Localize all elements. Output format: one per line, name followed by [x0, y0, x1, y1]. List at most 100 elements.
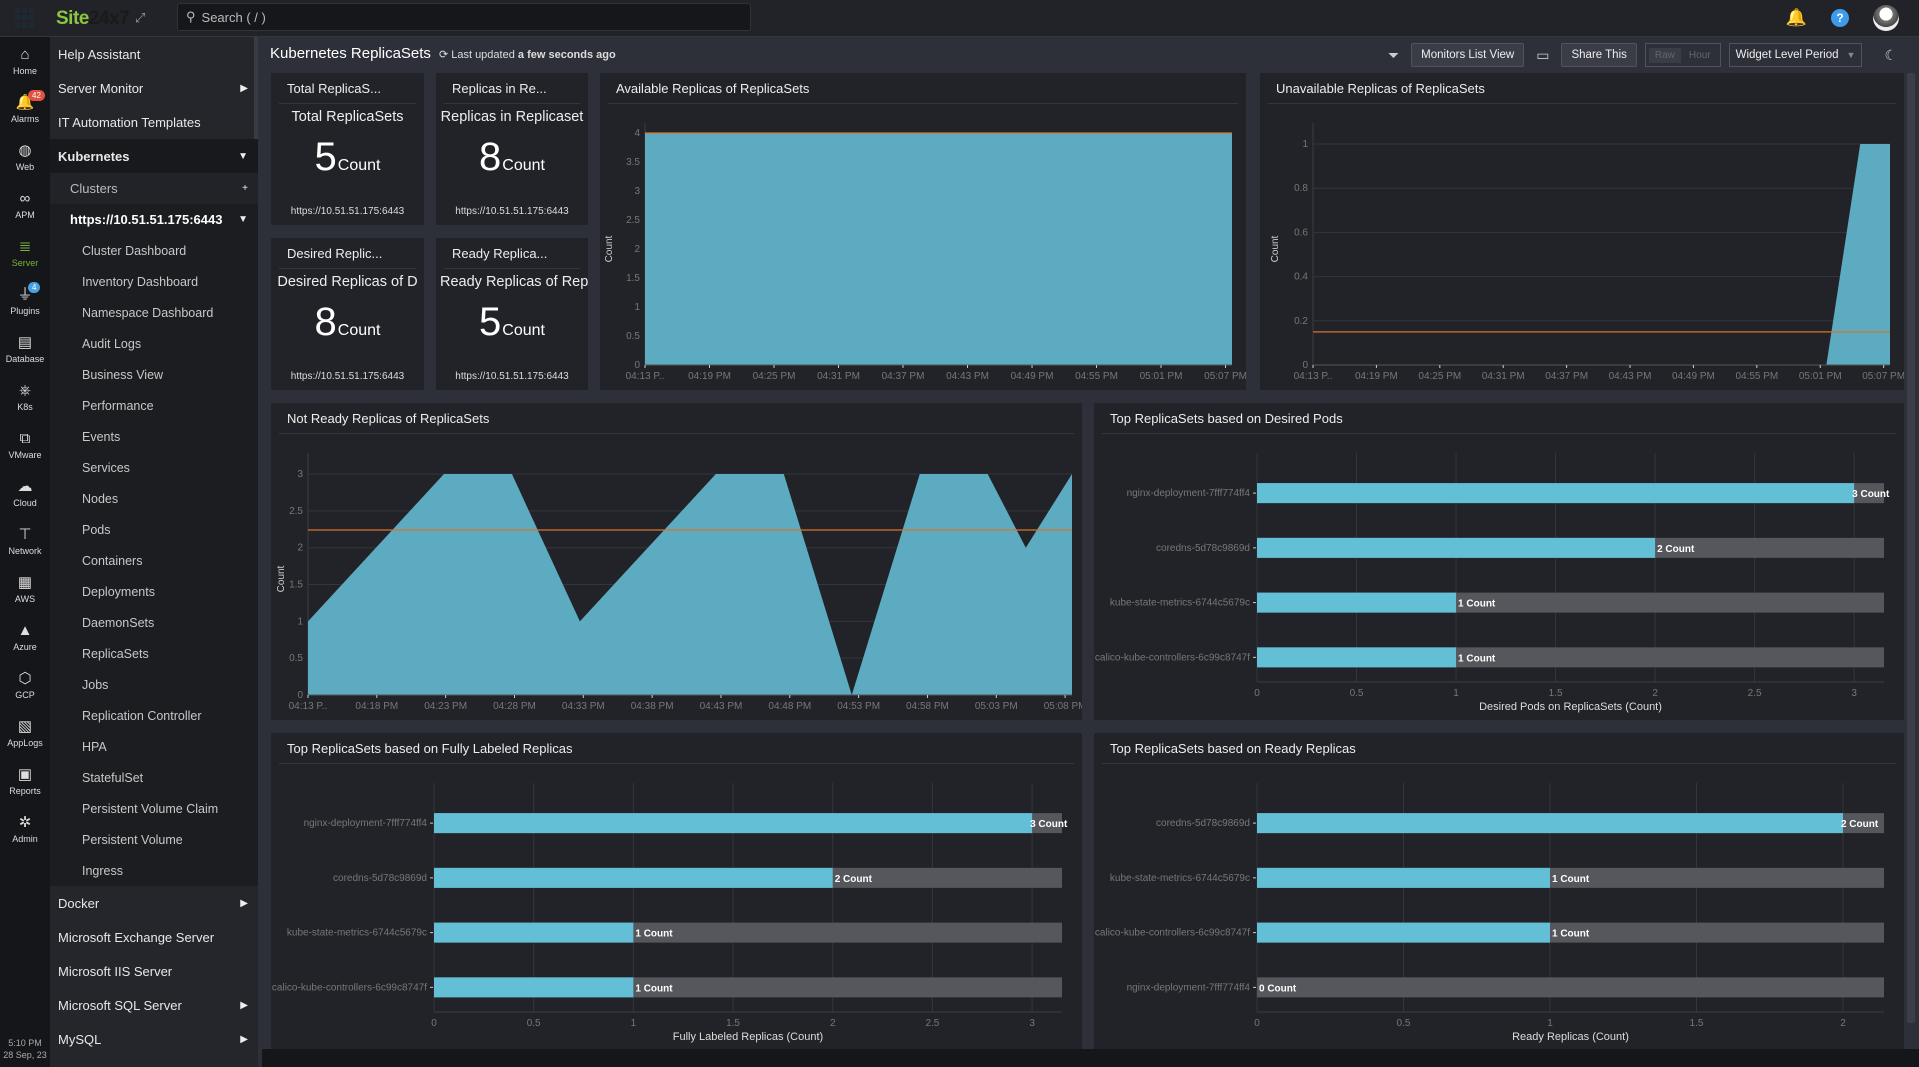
- menu-item-statefulset[interactable]: StatefulSet: [50, 762, 258, 793]
- rail-item-home[interactable]: ⌂ Home: [0, 37, 50, 85]
- menu-item-ingress[interactable]: Ingress: [50, 855, 258, 886]
- data-label: 2 Count: [835, 874, 873, 885]
- menu-item-inventory-dashboard[interactable]: Inventory Dashboard: [50, 266, 258, 297]
- menu-item-server-monitor[interactable]: Server Monitor ▶: [50, 71, 258, 105]
- bar[interactable]: [1257, 647, 1457, 668]
- filter-icon[interactable]: ⏷: [1384, 47, 1403, 64]
- content-scrollbar[interactable]: [1907, 73, 1915, 1023]
- chevron-right-icon[interactable]: ▶: [240, 898, 248, 909]
- site24x7-logo[interactable]: Site24x7: [56, 8, 130, 30]
- menu-item-microsoft-sql-server[interactable]: Microsoft SQL Server ▶: [50, 988, 258, 1022]
- rail-item-k8s[interactable]: ⎈ K8s: [0, 373, 50, 421]
- menu-item-it-automation-templates[interactable]: IT Automation Templates: [50, 105, 258, 139]
- menu-item-jobs[interactable]: Jobs: [50, 669, 258, 700]
- chevron-down-icon[interactable]: ▼: [238, 214, 248, 225]
- menu-item-persistent-volume-claim[interactable]: Persistent Volume Claim: [50, 793, 258, 824]
- server-icon: ≣: [18, 238, 32, 255]
- raw-option[interactable]: Raw: [1648, 47, 1681, 63]
- rail-item-plugins[interactable]: ⏚ Plugins 4: [0, 277, 50, 325]
- rail-item-vmware[interactable]: ⧉ VMware: [0, 421, 50, 469]
- menu-item-clusters[interactable]: Clusters +: [50, 173, 258, 204]
- database-icon: ▤: [17, 334, 33, 351]
- period-select[interactable]: Widget Level Period ▼: [1728, 43, 1863, 67]
- menu-item-replication-controller[interactable]: Replication Controller: [50, 700, 258, 731]
- bar[interactable]: [434, 867, 833, 888]
- rail-item-web[interactable]: ◍ Web: [0, 133, 50, 181]
- menu-item-help-assistant[interactable]: Help Assistant: [50, 37, 258, 71]
- chevron-right-icon[interactable]: ▶: [240, 1034, 248, 1045]
- rail-item-admin[interactable]: ✲ Admin: [0, 805, 50, 853]
- hour-option[interactable]: Hour: [1683, 48, 1717, 63]
- data-label: 1 Count: [1458, 653, 1496, 664]
- area-series[interactable]: [645, 133, 1232, 365]
- menu-item-performance[interactable]: Performance: [50, 390, 258, 421]
- apps-grid-icon[interactable]: [15, 8, 35, 28]
- chevron-right-icon[interactable]: ▶: [240, 83, 248, 94]
- menu-item-microsoft-iis-server[interactable]: Microsoft IIS Server: [50, 954, 258, 988]
- rail-item-aws[interactable]: ▦ AWS: [0, 565, 50, 613]
- notification-bell-icon[interactable]: 🔔: [1786, 8, 1807, 28]
- menu-item-audit-logs[interactable]: Audit Logs: [50, 328, 258, 359]
- menu-item-persistent-volume[interactable]: Persistent Volume: [50, 824, 258, 855]
- fullscreen-icon[interactable]: ⤢: [135, 10, 145, 26]
- chevron-down-icon[interactable]: ▼: [238, 151, 248, 162]
- chevron-right-icon[interactable]: ▶: [240, 1000, 248, 1011]
- menu-item-mysql[interactable]: MySQL ▶: [50, 1022, 258, 1056]
- menu-item-hpa[interactable]: HPA: [50, 731, 258, 762]
- menu-item-daemonsets[interactable]: DaemonSets: [50, 607, 258, 638]
- search-input[interactable]: ⚲ Search ( / ): [177, 3, 751, 31]
- menu-item-cluster-host[interactable]: https://10.51.51.175:6443 ▼: [50, 204, 258, 235]
- menu-item-containers[interactable]: Containers: [50, 545, 258, 576]
- bar[interactable]: [1257, 922, 1550, 943]
- bar[interactable]: [1257, 813, 1843, 834]
- menu-item-microsoft-exchange-server[interactable]: Microsoft Exchange Server: [50, 920, 258, 954]
- rail-item-network[interactable]: ⊤ Network: [0, 517, 50, 565]
- x-tick-label: 04:37 PM: [882, 371, 925, 382]
- rail-item-database[interactable]: ▤ Database: [0, 325, 50, 373]
- area-series[interactable]: [308, 474, 1072, 695]
- bar[interactable]: [1257, 867, 1550, 888]
- monitors-list-view-button[interactable]: Monitors List View: [1411, 43, 1525, 67]
- menu-item-business-view[interactable]: Business View: [50, 359, 258, 390]
- rail-item-applogs[interactable]: ▧ AppLogs: [0, 709, 50, 757]
- bar[interactable]: [1257, 537, 1656, 558]
- bar[interactable]: [1257, 592, 1457, 613]
- x-tick-label: 05:03 PM: [975, 701, 1018, 712]
- user-avatar[interactable]: [1873, 5, 1899, 31]
- bar[interactable]: [434, 813, 1033, 834]
- add-icon[interactable]: +: [242, 183, 248, 194]
- bar[interactable]: [434, 922, 634, 943]
- top-bar: Site24x7 ⤢ ⚲ Search ( / ) 🔔 ?: [0, 0, 1919, 37]
- share-this-button[interactable]: Share This: [1561, 43, 1637, 67]
- menu-item-nodes[interactable]: Nodes: [50, 483, 258, 514]
- devices-icon[interactable]: ▭: [1532, 47, 1553, 64]
- menu-item-cluster-dashboard[interactable]: Cluster Dashboard: [50, 235, 258, 266]
- bar[interactable]: [1257, 483, 1855, 504]
- category-label: kube-state-metrics-6744c5679c: [1110, 598, 1250, 609]
- rail-item-cloud[interactable]: ☁ Cloud: [0, 469, 50, 517]
- rail-item-gcp[interactable]: ⬡ GCP: [0, 661, 50, 709]
- help-icon[interactable]: ?: [1831, 9, 1849, 27]
- y-tick-label: 2: [634, 244, 640, 255]
- menu-item-deployments[interactable]: Deployments: [50, 576, 258, 607]
- dark-mode-icon[interactable]: ☾: [1880, 47, 1901, 64]
- y-tick-label: 1.5: [289, 580, 303, 591]
- menu-item-namespace-dashboard[interactable]: Namespace Dashboard: [50, 297, 258, 328]
- menu-item-docker[interactable]: Docker ▶: [50, 886, 258, 920]
- bar[interactable]: [434, 977, 634, 998]
- refresh-icon[interactable]: ⟳: [439, 49, 448, 61]
- x-tick-label: 0.5: [1397, 1018, 1411, 1029]
- azure-icon: ▲: [17, 622, 33, 639]
- rail-item-alarms[interactable]: 🔔 Alarms 42: [0, 85, 50, 133]
- menu-item-events[interactable]: Events: [50, 421, 258, 452]
- menu-item-kubernetes[interactable]: Kubernetes ▼: [50, 139, 258, 173]
- rail-item-reports[interactable]: ▣ Reports: [0, 757, 50, 805]
- menu-item-replicasets[interactable]: ReplicaSets: [50, 638, 258, 669]
- menu-item-pods[interactable]: Pods: [50, 514, 258, 545]
- rail-item-azure[interactable]: ▲ Azure: [0, 613, 50, 661]
- rail-item-server[interactable]: ≣ Server: [0, 229, 50, 277]
- rail-item-apm[interactable]: ∞ APM: [0, 181, 50, 229]
- stat-card-total-replicasets: Total ReplicaS... Total ReplicaSets 5Cou…: [271, 73, 424, 225]
- chart-svg: 0 0.5 1 1.5 2 2.5 3 04:13 P.. 04:18 PM 04:23 PM 04…: [276, 453, 1082, 712]
- menu-item-services[interactable]: Services: [50, 452, 258, 483]
